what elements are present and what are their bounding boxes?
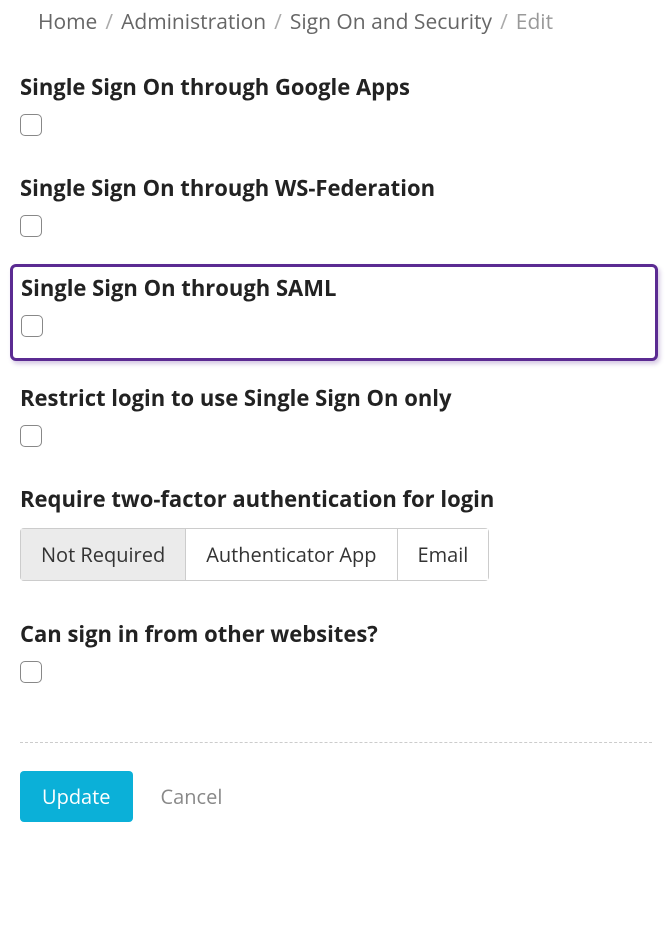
twofa-option-not-required[interactable]: Not Required	[20, 528, 186, 581]
breadcrumb-separator: /	[498, 8, 510, 36]
cancel-button[interactable]: Cancel	[161, 783, 223, 810]
breadcrumb-administration[interactable]: Administration	[121, 8, 266, 36]
section-sso-wsfed: Single Sign On through WS-Federation	[20, 157, 652, 258]
label-twofa: Require two-factor authentication for lo…	[20, 484, 652, 514]
twofa-button-group: Not Required Authenticator App Email	[20, 528, 489, 581]
breadcrumb-home[interactable]: Home	[38, 8, 97, 36]
twofa-option-email[interactable]: Email	[398, 528, 490, 581]
checkbox-restrict-sso[interactable]	[20, 425, 42, 447]
checkbox-sso-google[interactable]	[20, 114, 42, 136]
section-sso-google: Single Sign On through Google Apps	[20, 56, 652, 157]
label-sso-google: Single Sign On through Google Apps	[20, 72, 652, 102]
breadcrumb-separator: /	[272, 8, 284, 36]
breadcrumb: Home / Administration / Sign On and Secu…	[0, 0, 672, 46]
label-other-sites: Can sign in from other websites?	[20, 619, 652, 649]
section-twofa: Require two-factor authentication for lo…	[20, 468, 652, 603]
divider	[20, 742, 652, 743]
update-button[interactable]: Update	[20, 771, 133, 822]
section-other-sites: Can sign in from other websites?	[20, 603, 652, 704]
label-sso-saml: Single Sign On through SAML	[15, 273, 653, 303]
label-sso-wsfed: Single Sign On through WS-Federation	[20, 173, 652, 203]
checkbox-sso-saml[interactable]	[21, 315, 43, 337]
checkbox-other-sites[interactable]	[20, 661, 42, 683]
twofa-option-authenticator[interactable]: Authenticator App	[186, 528, 397, 581]
breadcrumb-separator: /	[103, 8, 115, 36]
section-restrict-sso: Restrict login to use Single Sign On onl…	[20, 367, 652, 468]
breadcrumb-security[interactable]: Sign On and Security	[290, 8, 492, 36]
form-actions: Update Cancel	[20, 771, 652, 822]
highlight-sso-saml: Single Sign On through SAML	[10, 264, 658, 361]
breadcrumb-current: Edit	[516, 8, 553, 36]
label-restrict-sso: Restrict login to use Single Sign On onl…	[20, 383, 652, 413]
checkbox-sso-wsfed[interactable]	[20, 215, 42, 237]
